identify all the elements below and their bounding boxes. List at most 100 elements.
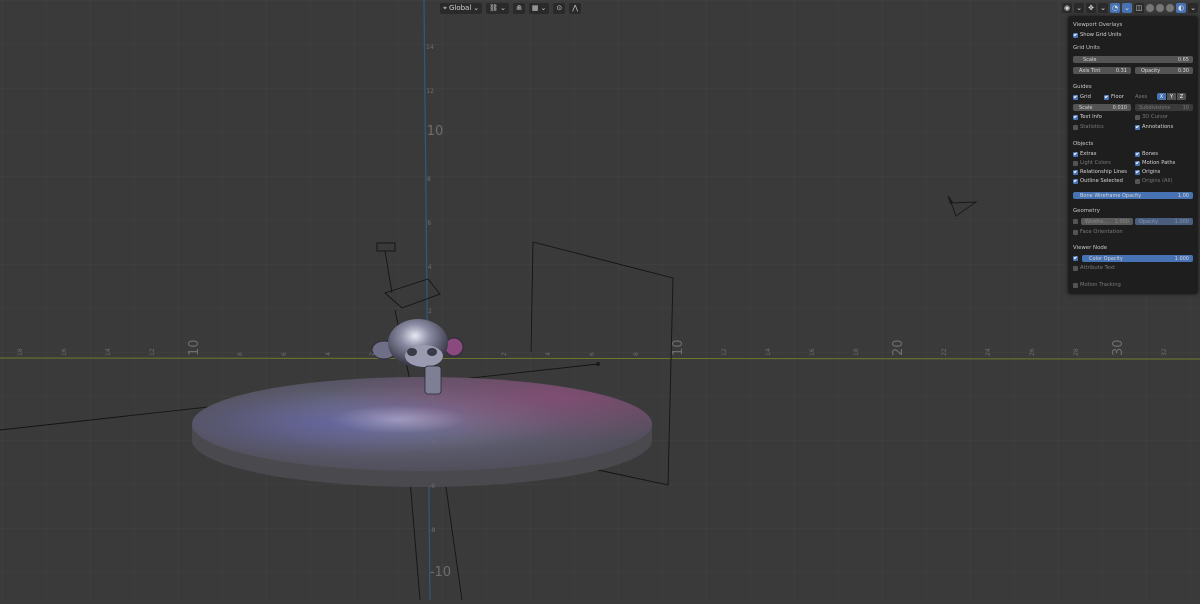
origins-checkbox[interactable]: Origins xyxy=(1135,169,1160,175)
y-axis-tick-label: 4 xyxy=(428,264,432,271)
origins-label: Origins xyxy=(1142,169,1161,175)
xray-icon: ◫ xyxy=(1135,4,1143,12)
falloff-dropdown[interactable]: ⋀ xyxy=(569,2,581,14)
checkbox-icon xyxy=(1135,114,1140,120)
disc-mesh[interactable] xyxy=(192,377,652,487)
floor-checkbox[interactable]: Floor xyxy=(1104,94,1124,100)
grid-scale-value: 0.65 xyxy=(1177,56,1189,63)
grid-units-heading: Grid Units xyxy=(1073,45,1100,51)
wireframe-field[interactable]: Wirefra... 1.000 xyxy=(1081,218,1133,225)
origins-all-checkbox[interactable]: Origins (All) xyxy=(1135,178,1173,184)
axis-y-toggle[interactable]: Y xyxy=(1167,93,1176,100)
geometry-heading: Geometry xyxy=(1073,208,1100,214)
statistics-checkbox[interactable]: Statistics xyxy=(1073,124,1104,130)
rendered-icon: ◐ xyxy=(1177,4,1185,12)
visibility-dropdown[interactable]: ◉ xyxy=(1062,3,1072,13)
grid-opacity-label: Opacity xyxy=(1141,67,1161,74)
shading-dropdown[interactable]: ⌄ xyxy=(1188,3,1198,13)
bone-wireframe-opacity-slider[interactable]: Bone Wireframe Opacity 1.00 xyxy=(1073,192,1193,199)
falloff-icon: ⋀ xyxy=(572,4,578,12)
show-grid-units-checkbox[interactable]: Show Grid Units xyxy=(1073,32,1121,38)
chevron-down-icon: ⌄ xyxy=(473,4,480,12)
material-preview-button[interactable] xyxy=(1166,4,1174,12)
attribute-text-checkbox[interactable]: Attribute Text xyxy=(1073,265,1115,271)
relationship-lines-checkbox[interactable]: Relationship Lines xyxy=(1073,169,1127,175)
chevron-down-icon[interactable]: ⌄ xyxy=(1098,3,1108,13)
checkbox-icon xyxy=(1135,151,1140,157)
extras-checkbox[interactable]: Extras xyxy=(1073,151,1096,157)
transform-orientation-dropdown[interactable]: ⌖ Global ⌄ xyxy=(440,2,483,14)
y-axis-tick-label: -8 xyxy=(430,527,436,534)
grid-scale-field[interactable]: Scale 0.65 xyxy=(1073,56,1193,63)
y-axis-tick-label: 8 xyxy=(427,176,431,183)
x-axis-tick-label: 26 xyxy=(1029,348,1036,356)
guides-scale-field[interactable]: Scale 0.010 xyxy=(1073,104,1131,111)
checkbox-icon xyxy=(1073,32,1078,38)
face-orientation-label: Face Orientation xyxy=(1080,229,1123,235)
annotations-checkbox[interactable]: Annotations xyxy=(1135,124,1173,130)
light-colors-checkbox[interactable]: Light Colors xyxy=(1073,160,1111,166)
light-origin[interactable] xyxy=(596,362,600,366)
grid-checkbox[interactable]: Grid xyxy=(1073,94,1091,100)
outline-selected-checkbox[interactable]: Outline Selected xyxy=(1073,178,1123,184)
color-opacity-slider[interactable]: Color Opacity 1.000 xyxy=(1082,255,1193,262)
motion-tracking-checkbox[interactable]: Motion Tracking xyxy=(1073,282,1121,288)
3d-cursor-checkbox[interactable]: 3D Cursor xyxy=(1135,114,1168,120)
statistics-label: Statistics xyxy=(1080,124,1104,130)
motion-paths-checkbox[interactable]: Motion Paths xyxy=(1135,160,1175,166)
x-axis-tick-label: 2 xyxy=(501,352,508,356)
face-orientation-checkbox[interactable]: Face Orientation xyxy=(1073,229,1123,235)
checkbox-icon xyxy=(1073,94,1078,100)
xray-toggle[interactable]: ◫ xyxy=(1134,3,1144,13)
viewer-node-heading: Viewer Node xyxy=(1073,245,1108,251)
chevron-down-icon: ⌄ xyxy=(1190,4,1196,12)
checkbox-icon xyxy=(1104,94,1109,100)
geometry-opacity-field[interactable]: Opacity 1.000 xyxy=(1135,218,1193,225)
bones-checkbox[interactable]: Bones xyxy=(1135,151,1158,157)
overlays-toggle[interactable]: ◔ xyxy=(1110,3,1120,13)
subdivisions-field[interactable]: Subdivisions 10 xyxy=(1135,104,1193,111)
grid-opacity-value: 0.30 xyxy=(1177,67,1189,74)
axis-tint-field[interactable]: Axis Tint 0.31 xyxy=(1073,67,1131,74)
x-axis-tick-label: 4 xyxy=(545,352,552,356)
extras-label: Extras xyxy=(1080,151,1097,157)
wireframe-value: 1.000 xyxy=(1114,218,1129,225)
axis-x-toggle[interactable]: X xyxy=(1157,93,1166,100)
y-axis-tick-label: 10 xyxy=(427,124,444,139)
viewer-node-checkbox[interactable] xyxy=(1073,256,1078,261)
relationship-lines-label: Relationship Lines xyxy=(1080,169,1128,175)
3d-viewport[interactable]: 14 12 10 8 6 4 2 -2 -4 -6 -8 -10 18 16 14 12 10 8 6 4 2 2 4 6 8 1… xyxy=(0,0,1200,601)
snap-target-dropdown[interactable]: ▦ ⌄ xyxy=(528,2,550,14)
axes-text: Axes xyxy=(1135,94,1148,100)
guides-scale-label: Scale xyxy=(1079,104,1093,111)
link-icon: ⛓ xyxy=(489,4,499,12)
text-info-checkbox[interactable]: Text Info xyxy=(1073,114,1102,120)
checkbox-icon xyxy=(1073,151,1078,157)
wireframe-checkbox[interactable] xyxy=(1073,219,1078,224)
proportional-editing-toggle[interactable]: ⊙ xyxy=(553,2,566,14)
magnet-icon: ⋒ xyxy=(515,4,522,12)
eye-icon: ◉ xyxy=(1063,4,1071,12)
checkbox-icon xyxy=(1073,114,1078,120)
x-axis-tick-label: 8 xyxy=(237,352,244,356)
pivot-point-dropdown[interactable]: ⛓ ⌄ xyxy=(486,2,509,14)
snapping-toggle[interactable]: ⋒ xyxy=(512,2,525,14)
grid-opacity-field[interactable]: Opacity 0.30 xyxy=(1135,67,1193,74)
checkbox-icon xyxy=(1135,169,1140,175)
viewport-canvas[interactable]: 1412108642-2-4-6-8-1018 16 14 12 10 8 6 4 2 2 4 6 8 1… xyxy=(0,0,1200,601)
wireframe-label: Wirefra... xyxy=(1085,218,1108,225)
gizmo-toggle[interactable]: ✥ xyxy=(1086,3,1096,13)
solid-shading-button[interactable] xyxy=(1156,4,1164,12)
x-axis-tick-label: 10 xyxy=(187,339,202,356)
rendered-shading-button[interactable]: ◐ xyxy=(1176,3,1186,13)
wireframe-shading-button[interactable] xyxy=(1146,4,1154,12)
show-grid-units-label: Show Grid Units xyxy=(1080,32,1122,38)
axes-label: Axes xyxy=(1135,94,1147,100)
checkbox-icon xyxy=(1073,219,1078,224)
chevron-down-icon[interactable]: ⌄ xyxy=(1074,3,1084,13)
overlays-dropdown[interactable]: ⌄ xyxy=(1122,3,1132,13)
axis-tint-value: 0.31 xyxy=(1115,67,1127,74)
geometry-opacity-label: Opacity xyxy=(1139,218,1159,225)
x-axis-tick-label: 20 xyxy=(891,339,906,356)
axis-z-toggle[interactable]: Z xyxy=(1177,93,1186,100)
